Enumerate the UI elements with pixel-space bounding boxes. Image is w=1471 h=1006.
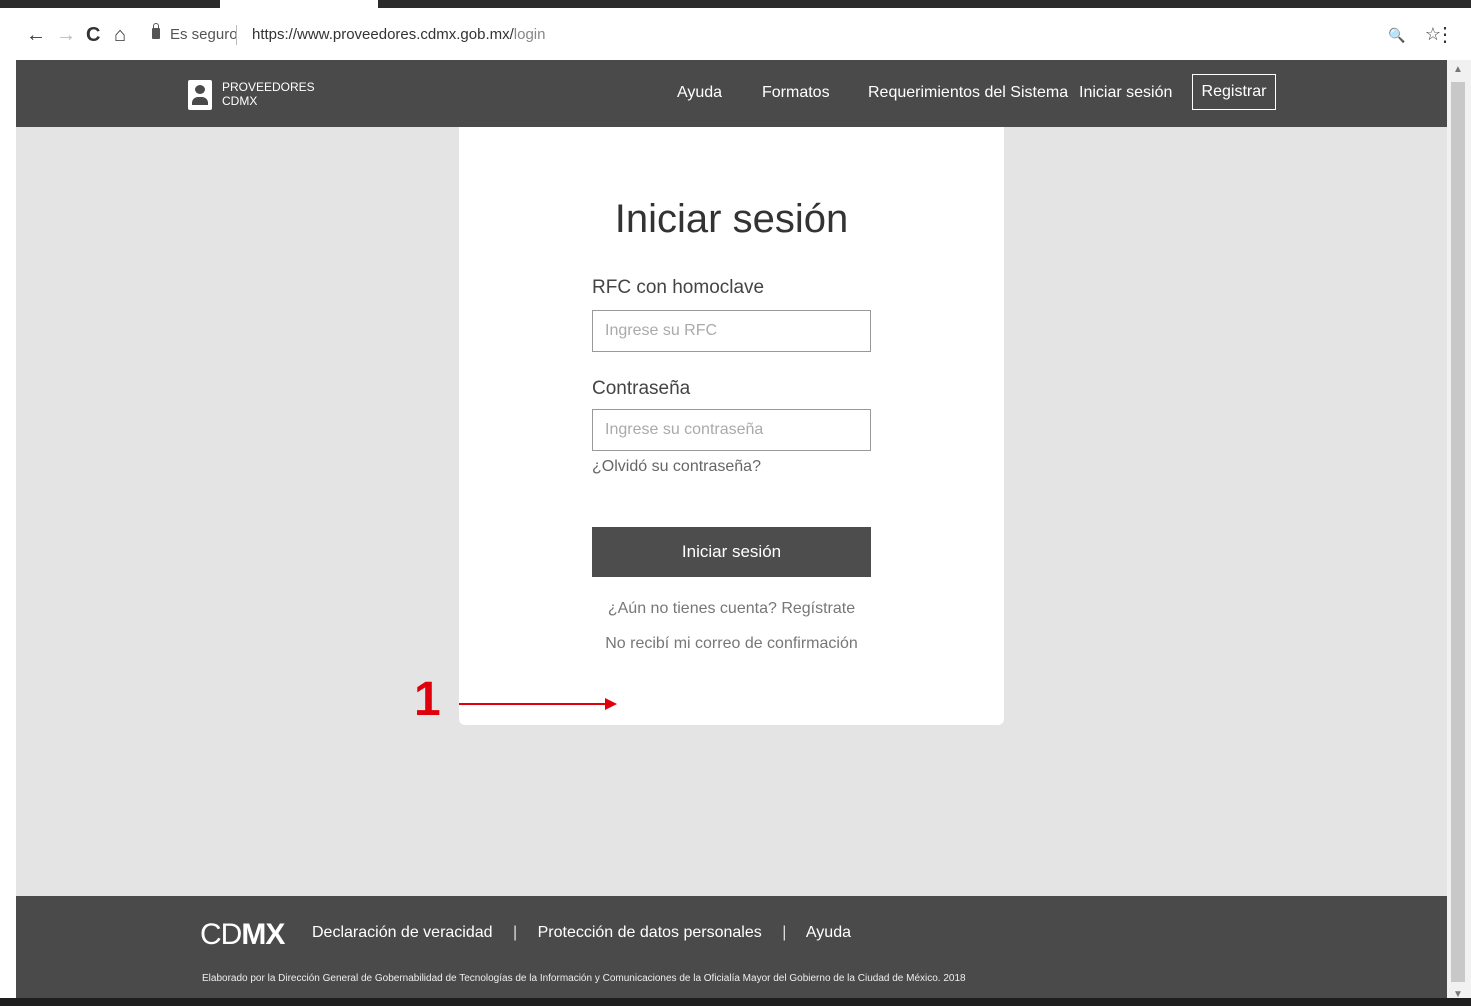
page-title: Iniciar sesión [614, 197, 849, 241]
zoom-icon[interactable]: 🔍 [1388, 27, 1405, 43]
rfc-label: RFC con homoclave [592, 277, 765, 298]
reload-icon[interactable]: C [86, 24, 100, 46]
browser-tab-strip [0, 0, 1471, 10]
nav-iniciar-sesion[interactable]: Iniciar sesión [1079, 84, 1172, 102]
back-icon[interactable]: ← [26, 24, 46, 46]
scrollbar[interactable]: ▲ ▼ [1447, 60, 1471, 1006]
url-text[interactable]: https://www.proveedores.cdmx.gob.mx/logi… [252, 26, 545, 43]
browser-menu-icon[interactable]: ⋮ [1435, 22, 1455, 47]
password-field-box [592, 409, 871, 451]
footer-link-declaracion[interactable]: Declaración de veracidad [312, 924, 493, 941]
nav-formatos[interactable]: Formatos [762, 84, 830, 102]
home-icon[interactable]: ⌂ [114, 24, 126, 46]
annotation-number: 1 [414, 673, 441, 726]
footer-link-proteccion[interactable]: Protección de datos personales [538, 924, 762, 941]
nav-ayuda[interactable]: Ayuda [677, 84, 722, 102]
footer-logo-bold: MX [241, 918, 285, 951]
annotation-arrow-line [459, 703, 607, 705]
footer-logo: CDMX [200, 918, 285, 952]
login-submit-button[interactable]: Iniciar sesión [592, 527, 871, 577]
rfc-field-box [592, 310, 871, 352]
browser-toolbar: ← → C ⌂ Es seguro https://www.proveedore… [0, 10, 1471, 60]
logo-line2: CDMX [222, 94, 258, 108]
footer-links: Declaración de veracidad | Protección de… [312, 924, 851, 942]
resend-confirmation-link[interactable]: No recibí mi correo de confirmación [459, 635, 1004, 653]
user-icon [188, 80, 212, 110]
taskbar-strip [0, 998, 1471, 1006]
annotation-arrow-icon [605, 698, 617, 710]
lock-icon [152, 23, 160, 39]
footer-separator: | [513, 924, 518, 941]
nav-requerimientos[interactable]: Requerimientos del Sistema [868, 84, 1068, 102]
password-input[interactable] [593, 410, 870, 450]
logo-line1: PROVEEDORES [222, 80, 315, 94]
forgot-password-link[interactable]: ¿Olvidó su contraseña? [592, 458, 761, 476]
page-viewport: PROVEEDORES CDMX Ayuda Formatos Requerim… [16, 60, 1447, 1006]
toolbar-icons: 🔍 ☆ [1374, 24, 1441, 45]
register-button[interactable]: Registrar [1192, 74, 1276, 110]
forward-icon[interactable]: → [56, 24, 76, 46]
scroll-thumb[interactable] [1451, 82, 1465, 982]
scroll-up-icon[interactable]: ▲ [1453, 64, 1463, 75]
register-link[interactable]: ¿Aún no tienes cuenta? Regístrate [459, 600, 1004, 618]
tab-strip-left [0, 0, 220, 8]
url-path: login [513, 26, 546, 43]
rfc-input[interactable] [593, 311, 870, 351]
url-host: https://www.proveedores.cdmx.gob.mx/ [252, 26, 514, 43]
footer-logo-light: CD [200, 918, 242, 951]
secure-label: Es seguro [170, 26, 238, 43]
site-header: PROVEEDORES CDMX Ayuda Formatos Requerim… [16, 60, 1447, 127]
tab-strip-right [378, 0, 1471, 8]
footer-separator: | [782, 924, 787, 941]
login-card: Iniciar sesión RFC con homoclave Contras… [459, 127, 1004, 725]
address-separator [236, 25, 237, 45]
password-label: Contraseña [592, 378, 691, 399]
address-bar[interactable]: Es seguro https://www.proveedores.cdmx.g… [140, 22, 1430, 50]
logo-text: PROVEEDORES CDMX [222, 80, 315, 108]
site-footer: CDMX Declaración de veracidad | Protecci… [16, 896, 1447, 1006]
footer-link-ayuda[interactable]: Ayuda [806, 924, 851, 941]
footer-note: Elaborado por la Dirección General de Go… [202, 973, 966, 984]
